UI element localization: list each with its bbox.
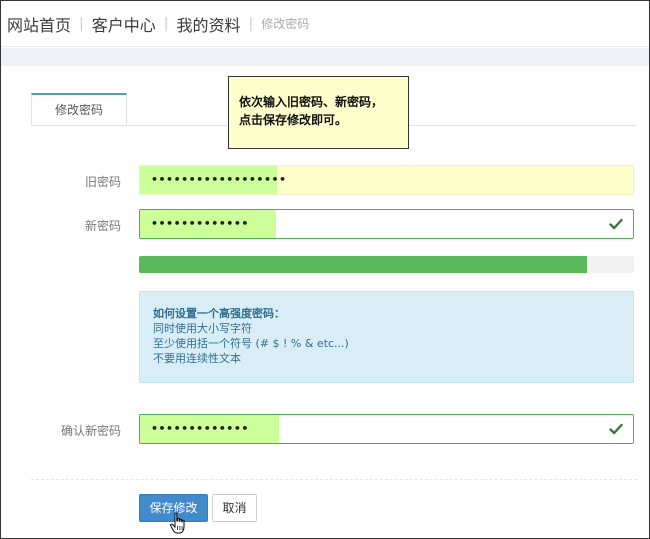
instruction-note: 依次输入旧密码、新密码， 点击保存修改即可。 — [228, 76, 409, 149]
form-divider — [31, 479, 637, 480]
confirm-password-label: 确认新密码 — [60, 424, 121, 438]
instruction-note-line: 点击保存修改即可。 — [239, 113, 348, 127]
tab-change-password[interactable]: 修改密码 — [31, 93, 127, 125]
page-frame: 网站首页 | 客户中心 | 我的资料 | 修改密码 修改密码 依次输入旧密码、新… — [0, 0, 650, 539]
password-tip-item: 不要用连续性文本 — [153, 352, 241, 365]
instruction-note-line: 依次输入旧密码、新密码， — [239, 95, 384, 109]
content-panel: 修改密码 依次输入旧密码、新密码， 点击保存修改即可。 旧密码 ••••••••… — [1, 66, 649, 538]
breadcrumb-separator: | — [79, 15, 84, 32]
check-icon — [609, 423, 623, 435]
breadcrumb: 网站首页 | 客户中心 | 我的资料 | 修改密码 — [1, 1, 649, 47]
new-password-label: 新密码 — [84, 219, 121, 233]
old-password-field[interactable]: •••••••••••••••••• — [139, 165, 634, 195]
breadcrumb-my-profile-link[interactable]: 我的资料 — [176, 12, 240, 36]
hand-cursor-icon — [170, 512, 185, 534]
confirm-password-value: ••••••••••••• — [151, 422, 249, 435]
old-password-value: •••••••••••••••••• — [151, 173, 287, 186]
password-tip-item: 同时使用大小写字符 — [153, 322, 252, 335]
breadcrumb-separator: | — [248, 15, 254, 32]
breadcrumb-current: 修改密码 — [261, 17, 310, 31]
password-tips-title: 如何设置一个高强度密码： — [153, 307, 285, 320]
new-password-field[interactable]: ••••••••••••• — [139, 209, 634, 239]
header-band — [1, 48, 649, 66]
check-icon — [609, 218, 623, 230]
password-tip-item: 至少使用括一个符号 (# $ ! % & etc...) — [153, 337, 349, 350]
old-password-label: 旧密码 — [84, 175, 121, 189]
new-password-value: ••••••••••••• — [151, 217, 249, 230]
breadcrumb-customer-center-link[interactable]: 客户中心 — [92, 12, 156, 36]
cancel-button[interactable]: 取消 — [212, 494, 257, 522]
breadcrumb-home-link[interactable]: 网站首页 — [7, 12, 71, 36]
password-strength-meter — [139, 256, 634, 273]
breadcrumb-separator: | — [163, 15, 169, 32]
password-strength-bar — [139, 256, 587, 273]
confirm-password-field[interactable]: ••••••••••••• — [139, 414, 634, 444]
password-tips-box: 如何设置一个高强度密码： 同时使用大小写字符 至少使用括一个符号 (# $ ! … — [139, 291, 634, 383]
